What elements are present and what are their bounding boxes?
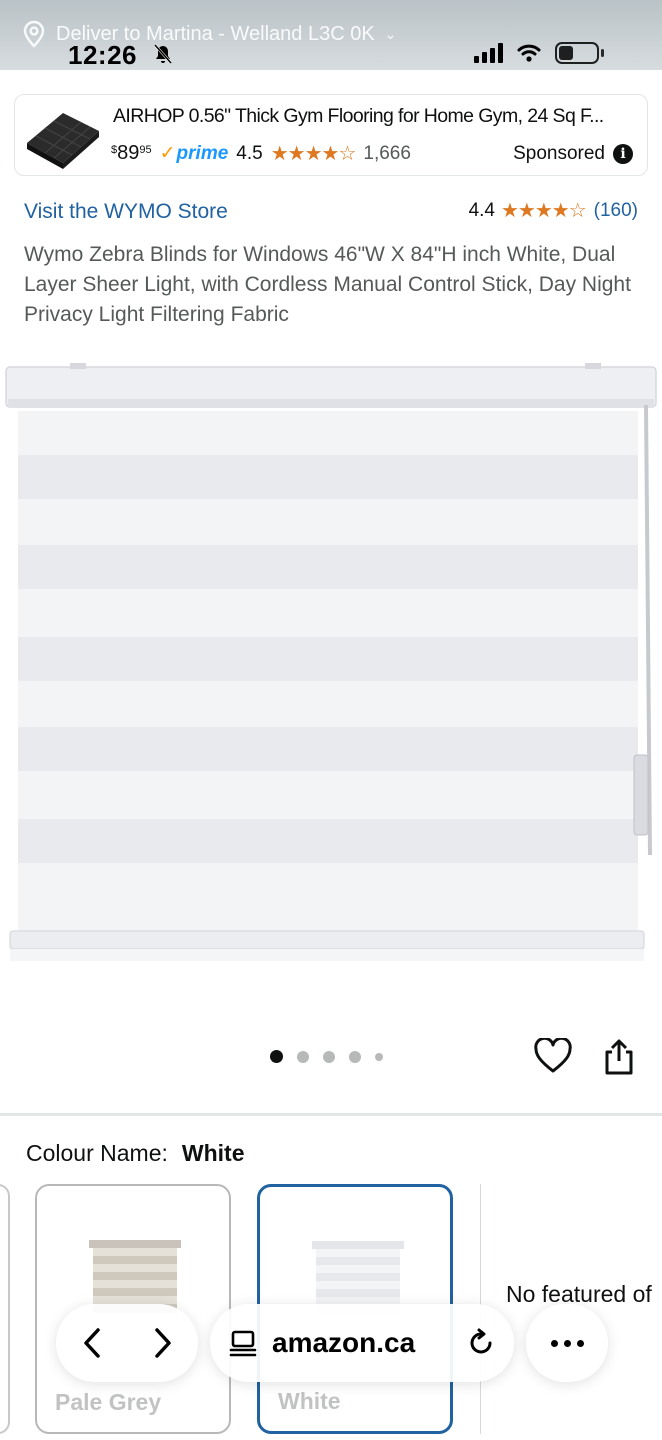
swatch-name: Pale Grey [55,1389,162,1415]
star-rating: ★★★★☆ [500,200,587,222]
reload-icon[interactable] [466,1328,496,1358]
ad-star-rating: ★★★★☆ [270,143,357,165]
battery-icon [555,42,599,64]
carousel-dot[interactable] [323,1050,335,1063]
product-rating[interactable]: 4.4 ★★★★☆ (160) [469,198,638,223]
ad-price: $ 89 95 [111,142,152,164]
review-count-link[interactable]: (160) [594,200,638,222]
nav-buttons [56,1304,198,1382]
cellular-signal-icon [474,43,503,63]
more-icon [550,1339,584,1347]
back-arrow-icon[interactable] [79,1326,105,1360]
heart-icon[interactable] [534,1038,572,1074]
address-bar[interactable]: amazon.ca [210,1304,514,1382]
silent-bell-icon [154,44,172,64]
carousel-dot[interactable] [297,1050,309,1063]
sponsored-label[interactable]: Sponsored i [513,143,633,165]
section-divider [0,1113,662,1116]
gym-flooring-thumbnail [27,113,99,169]
sponsored-ad[interactable]: AIRHOP 0.56" Thick Gym Flooring for Home… [14,94,648,176]
colour-label: Colour Name: [26,1140,168,1166]
location-pin-icon [23,20,45,48]
visit-store-link[interactable]: Visit the WYMO Store [24,200,228,224]
browser-toolbar: amazon.ca [0,1300,662,1390]
colour-name-row: Colour Name: White [26,1140,245,1167]
reader-mode-icon[interactable] [228,1328,258,1358]
more-options-button[interactable] [526,1304,608,1382]
carousel-dot[interactable] [270,1050,283,1063]
ad-review-count: 1,666 [363,142,411,164]
product-title: Wymo Zebra Blinds for Windows 46"W X 84"… [24,243,631,326]
clock: 12:26 [68,40,137,70]
forward-arrow-icon[interactable] [150,1326,176,1360]
status-bar: Deliver to Martina - Welland L3C 0K ⌄ 12… [0,0,662,70]
wifi-icon [517,44,541,62]
swatch-name: White [278,1388,341,1414]
carousel-dot[interactable] [375,1052,383,1061]
prime-check-icon: ✓ [159,143,176,164]
prime-badge: ✓ prime [159,142,229,165]
product-image[interactable] [0,355,662,975]
rating-value: 4.4 [468,199,495,221]
selected-colour: White [181,1140,245,1166]
url-text[interactable]: amazon.ca [272,1327,452,1359]
carousel-dot[interactable] [349,1050,361,1063]
image-carousel-dots[interactable] [270,1050,383,1063]
ad-title[interactable]: AIRHOP 0.56" Thick Gym Flooring for Home… [113,105,604,128]
ad-rating-value: 4.5 [236,142,263,164]
share-icon[interactable] [602,1038,636,1076]
info-icon[interactable]: i [613,144,633,164]
chevron-down-icon: ⌄ [384,25,397,42]
